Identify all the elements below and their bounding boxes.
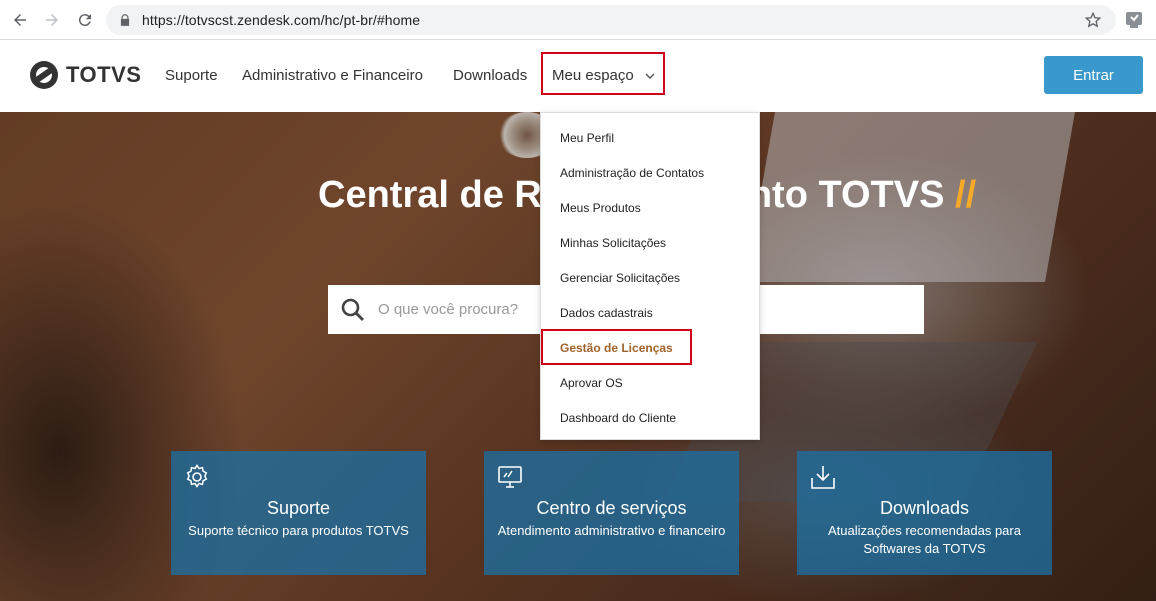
hero-title-slashes: // xyxy=(955,174,977,216)
nav-suporte[interactable]: Suporte xyxy=(165,67,218,84)
totvs-logo[interactable]: TOTVS xyxy=(28,59,141,91)
card-title: Suporte xyxy=(266,498,331,518)
card-downloads[interactable]: Downloads Atualizações recomendadas para… xyxy=(797,451,1052,575)
url-text: https://totvscst.zendesk.com/hc/pt-br/#h… xyxy=(142,12,421,28)
card-description: Atendimento administrativo e financeiro xyxy=(497,523,726,538)
card-description: Suporte técnico para produtos TOTVS xyxy=(188,523,409,538)
download-icon xyxy=(811,466,835,489)
card-suporte[interactable]: Suporte Suporte técnico para produtos TO… xyxy=(171,451,426,575)
gestao-licencas-highlight-box xyxy=(541,329,692,365)
browser-toolbar: https://totvscst.zendesk.com/hc/pt-br/#h… xyxy=(0,0,1156,40)
meu-espaco-dropdown: Meu Perfil Administração de Contatos Meu… xyxy=(540,112,760,440)
dropdown-item-meus-produtos[interactable]: Meus Produtos xyxy=(560,201,641,215)
card-title: Downloads xyxy=(879,498,970,518)
card-description: Atualizações recomendadas para Softwares… xyxy=(828,523,1021,556)
meu-espaco-highlight-box xyxy=(541,52,665,95)
totvs-logo-icon xyxy=(30,61,58,89)
dropdown-item-dashboard-cliente[interactable]: Dashboard do Cliente xyxy=(560,411,676,425)
card-title: Centro de serviços xyxy=(536,498,687,518)
reload-icon[interactable] xyxy=(73,8,97,32)
site-header: TOTVS Suporte Administrativo e Financeir… xyxy=(0,40,1156,112)
search-icon[interactable] xyxy=(340,297,366,323)
logo-text: TOTVS xyxy=(66,62,142,87)
dropdown-item-administracao-contatos[interactable]: Administração de Contatos xyxy=(560,166,704,180)
lock-icon xyxy=(120,14,130,26)
dropdown-item-gerenciar-solicitacoes[interactable]: Gerenciar Solicitações xyxy=(560,271,680,285)
star-icon[interactable] xyxy=(1084,11,1102,29)
forward-arrow-icon[interactable] xyxy=(40,8,64,32)
dropdown-item-minhas-solicitacoes[interactable]: Minhas Solicitações xyxy=(560,236,666,250)
entrar-button[interactable]: Entrar xyxy=(1044,56,1143,94)
extension-icon[interactable] xyxy=(1124,10,1144,30)
nav-downloads[interactable]: Downloads xyxy=(453,67,527,84)
nav-administrativo-financeiro[interactable]: Administrativo e Financeiro xyxy=(242,67,423,84)
dropdown-item-aprovar-os[interactable]: Aprovar OS xyxy=(560,376,623,390)
gear-icon xyxy=(186,464,208,488)
monitor-icon xyxy=(498,466,522,488)
dropdown-item-meu-perfil[interactable]: Meu Perfil xyxy=(560,131,614,145)
back-arrow-icon[interactable] xyxy=(8,8,32,32)
address-bar[interactable]: https://totvscst.zendesk.com/hc/pt-br/#h… xyxy=(106,5,1116,35)
dropdown-item-dados-cadastrais[interactable]: Dados cadastrais xyxy=(560,306,653,320)
card-centro-servicos[interactable]: Centro de serviços Atendimento administr… xyxy=(484,451,739,575)
